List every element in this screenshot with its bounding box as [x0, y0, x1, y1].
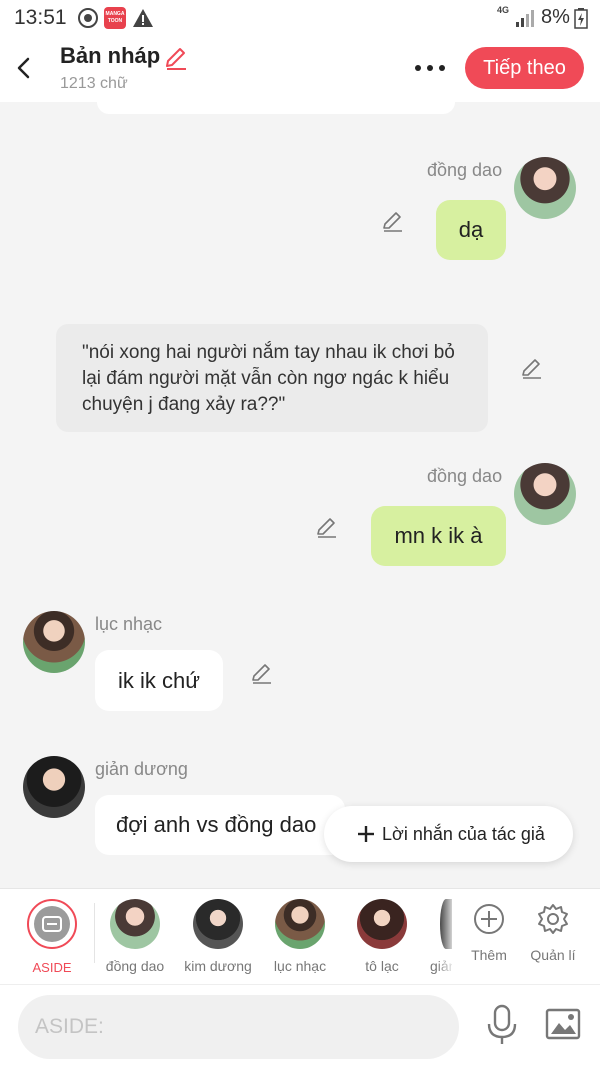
divider	[94, 903, 95, 963]
character-selector: ASIDE đồng dao kim dương lục nhạc tô lạc…	[0, 888, 600, 985]
aperture-icon	[78, 8, 98, 28]
character-label: tô lạc	[365, 958, 399, 974]
gear-icon[interactable]	[537, 903, 569, 935]
message-input[interactable]	[18, 995, 459, 1059]
warning-icon	[133, 9, 153, 27]
sender-name: đồng dao	[427, 466, 503, 486]
input-bar	[0, 984, 600, 1067]
chat-area[interactable]: đồng dao dạ "nói xong hai người nắm tay …	[0, 102, 600, 888]
battery-percent: 8%	[541, 6, 570, 28]
boy2-avatar[interactable]	[23, 756, 85, 818]
status-bar: 13:51 MANGA TOON 4G 8%	[0, 0, 600, 36]
edit-title-pencil-icon[interactable]	[163, 45, 189, 71]
message-bubble[interactable]: đợi anh vs đồng dao	[95, 795, 345, 855]
boy-avatar[interactable]	[275, 899, 325, 949]
top-header: Bản nháp 1213 chữ Tiếp theo	[0, 36, 600, 102]
character-label: kim dương	[184, 958, 252, 974]
message-bubble[interactable]: dạ	[436, 200, 506, 260]
word-count: 1213 chữ	[60, 75, 128, 92]
scroll-fade	[436, 889, 456, 985]
author-note-label: Lời nhắn của tác giả	[382, 824, 545, 844]
aside-character[interactable]	[27, 899, 77, 949]
girl3-avatar[interactable]	[357, 899, 407, 949]
more-options-icon[interactable]	[410, 54, 450, 82]
page-title: Bản nháp	[60, 43, 161, 68]
plus-icon	[358, 826, 374, 842]
girl-avatar[interactable]	[110, 899, 160, 949]
message-bubble[interactable]: ik ik chứ	[95, 650, 223, 711]
status-time: 13:51	[14, 6, 67, 29]
sender-name: đồng dao	[427, 160, 503, 180]
manage-label[interactable]: Quản lí	[518, 947, 588, 963]
edit-pencil-icon[interactable]	[520, 356, 544, 380]
back-arrow-icon[interactable]	[10, 54, 38, 82]
character-label: đồng dao	[105, 958, 165, 974]
plus-circle-icon[interactable]	[473, 903, 505, 935]
girl2-avatar[interactable]	[193, 899, 243, 949]
author-note-button[interactable]: Lời nhắn của tác giả	[324, 806, 573, 862]
previous-message-bubble	[97, 102, 455, 114]
sender-name: lục nhạc	[95, 614, 163, 634]
boy-avatar[interactable]	[23, 611, 85, 673]
message-bubble[interactable]: mn k ik à	[371, 506, 506, 566]
mangatoon-app-icon: MANGA TOON	[104, 7, 126, 29]
girl-avatar[interactable]	[514, 463, 576, 525]
battery-icon	[574, 8, 588, 29]
character-label: lục nhạc	[273, 958, 327, 974]
microphone-icon[interactable]	[484, 1004, 520, 1046]
edit-pencil-icon[interactable]	[250, 661, 274, 685]
image-icon[interactable]	[545, 1008, 581, 1040]
network-indicator: 4G	[497, 5, 510, 15]
next-button[interactable]: Tiếp theo	[465, 47, 584, 89]
add-character-label[interactable]: Thêm	[454, 947, 524, 963]
girl-avatar[interactable]	[514, 157, 576, 219]
narration-block[interactable]: "nói xong hai người nắm tay nhau ik chơi…	[56, 324, 488, 432]
aside-icon	[34, 906, 70, 942]
sender-name: giản dương	[95, 759, 188, 779]
edit-pencil-icon[interactable]	[315, 515, 339, 539]
character-label: ASIDE	[32, 960, 72, 975]
edit-pencil-icon[interactable]	[381, 209, 405, 233]
signal-icon	[516, 10, 534, 27]
